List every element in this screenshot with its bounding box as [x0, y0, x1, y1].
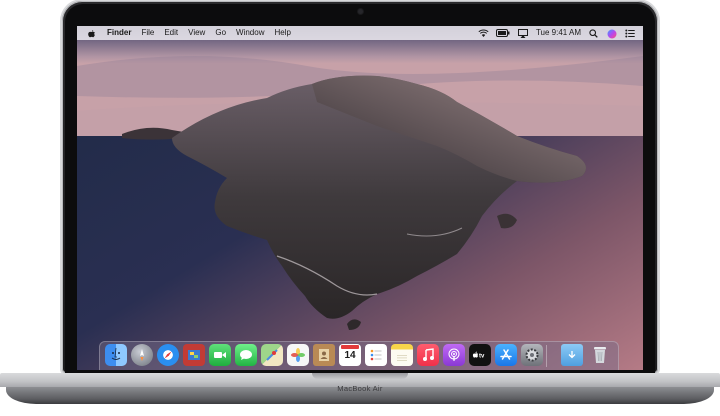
catalina-wallpaper	[77, 26, 643, 370]
menu-view[interactable]: View	[188, 26, 205, 40]
battery-icon[interactable]	[495, 28, 510, 38]
airplay-icon[interactable]	[517, 28, 528, 38]
menu-file[interactable]: File	[141, 26, 154, 40]
menu-window[interactable]: Window	[236, 26, 264, 40]
photo-booth-icon[interactable]	[183, 344, 205, 366]
photos-icon[interactable]	[287, 344, 309, 366]
messages-icon[interactable]	[235, 344, 257, 366]
launchpad-icon[interactable]	[131, 344, 153, 366]
calendar-icon[interactable]: 14	[339, 344, 361, 366]
reminders-icon[interactable]	[365, 344, 387, 366]
opening-notch	[312, 373, 408, 379]
menu-finder[interactable]: Finder	[107, 26, 131, 40]
menu-help[interactable]: Help	[274, 26, 290, 40]
podcasts-icon[interactable]	[443, 344, 465, 366]
desktop-screen: Finder File Edit View Go Window Help Tue…	[77, 26, 643, 370]
model-label: MacBook Air	[337, 384, 383, 393]
finder-icon[interactable]	[105, 344, 127, 366]
notification-center-icon[interactable]	[625, 29, 635, 38]
contacts-icon[interactable]	[313, 344, 335, 366]
svg-text:tv: tv	[479, 354, 485, 360]
dock: 14 tv	[99, 341, 619, 370]
apple-icon[interactable]	[87, 29, 97, 38]
tv-icon[interactable]: tv	[469, 344, 491, 366]
siri-icon[interactable]	[607, 29, 617, 38]
search-icon[interactable]	[589, 28, 599, 38]
menu-bar: Finder File Edit View Go Window Help Tue…	[77, 26, 643, 40]
wifi-icon[interactable]	[478, 29, 489, 38]
notes-icon[interactable]	[391, 344, 413, 366]
calendar-date: 14	[344, 350, 356, 361]
safari-icon[interactable]	[157, 344, 179, 366]
system-preferences-icon[interactable]	[521, 344, 543, 366]
downloads-folder-icon[interactable]	[561, 344, 583, 366]
camera-icon	[357, 9, 363, 14]
music-icon[interactable]	[417, 344, 439, 366]
menu-go[interactable]: Go	[215, 26, 226, 40]
maps-icon[interactable]	[261, 344, 283, 366]
facetime-icon[interactable]	[209, 344, 231, 366]
trash-icon[interactable]	[589, 344, 611, 366]
menubar-clock[interactable]: Tue 9:41 AM	[536, 26, 581, 40]
menu-edit[interactable]: Edit	[164, 26, 178, 40]
app-store-icon[interactable]	[495, 344, 517, 366]
laptop-base	[0, 373, 720, 413]
dock-separator	[546, 345, 547, 367]
